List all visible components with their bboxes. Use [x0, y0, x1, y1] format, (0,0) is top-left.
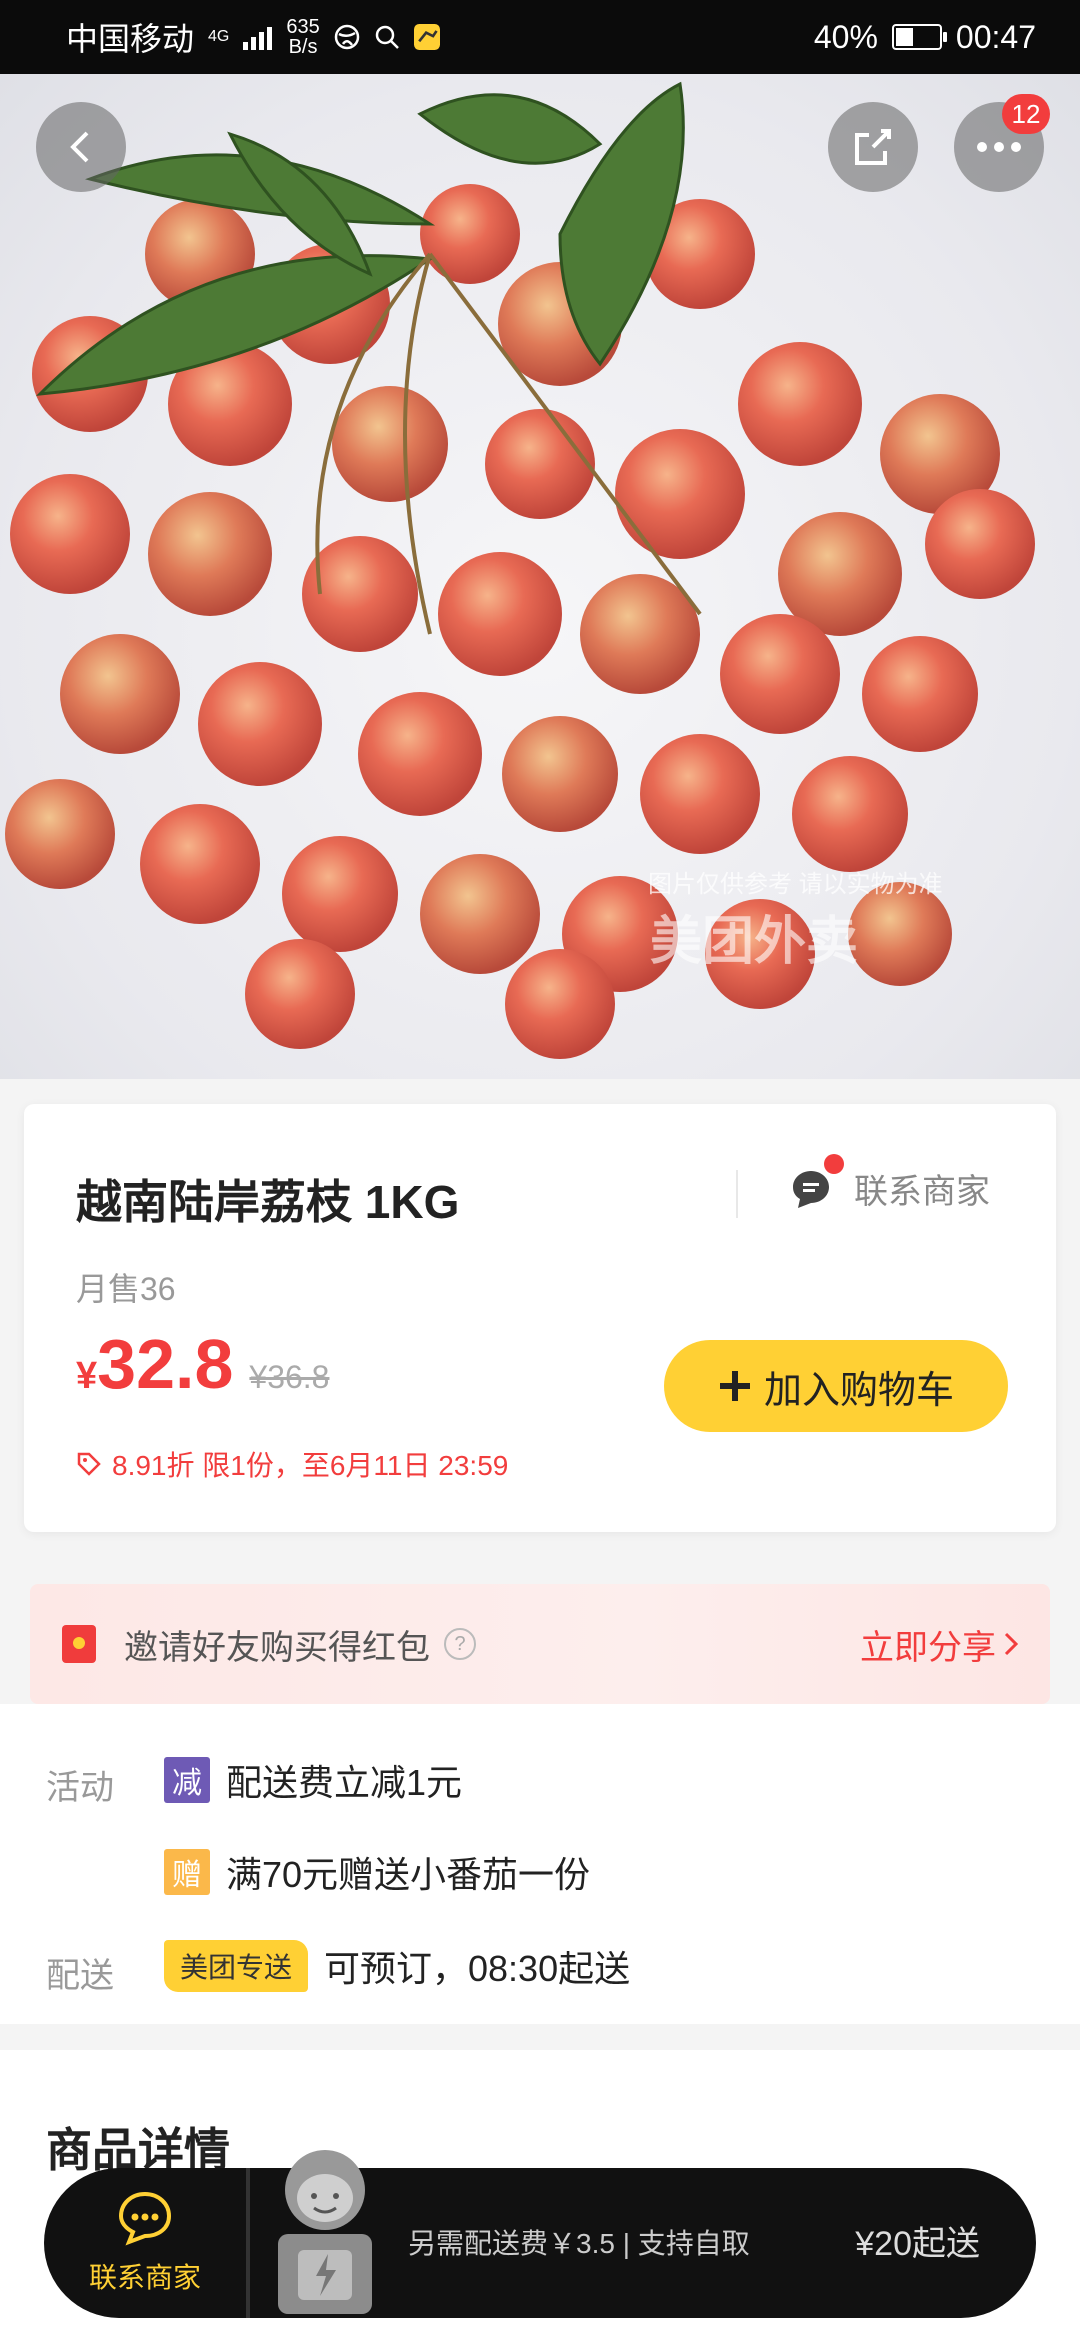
globe-icon [334, 24, 360, 50]
plus-icon [719, 1371, 750, 1401]
reduce-tag: 减 [164, 1757, 210, 1803]
more-badge: 12 [1002, 94, 1050, 134]
bottom-contact-merchant-button[interactable]: 联系商家 [44, 2168, 246, 2318]
bottom-cart-bar[interactable]: 联系商家 另需配送费￥3.5 | 支持自取 ¥20起送 [44, 2150, 1036, 2318]
lychee-fruit [502, 716, 618, 832]
lychee-fruit [198, 662, 322, 786]
lychee-fruit [60, 634, 180, 754]
customer-service-icon [118, 2191, 172, 2246]
discount-text: 8.91折 限1份，至6月11日 23:59 [112, 1450, 509, 1481]
red-packet-icon [62, 1625, 96, 1663]
product-title: 越南陆岸荔枝 1KG [76, 1176, 460, 1228]
share-icon [855, 129, 891, 165]
bottom-contact-label: 联系商家 [88, 2262, 201, 2293]
price-row: ¥ 32.8 ¥36.8 [76, 1324, 329, 1404]
net-speed: 635 B/s [286, 16, 320, 58]
delivery-fee-text: 另需配送费￥3.5 | 支持自取 [408, 2228, 750, 2259]
lychee-fruit [245, 939, 355, 1049]
activity-item: 赠 满70元赠送小番茄一份 [164, 1846, 590, 1898]
share-button[interactable] [828, 102, 918, 192]
lychee-fruit [720, 614, 840, 734]
activity-text: 配送费立减1元 [226, 1762, 463, 1803]
more-dots-icon [977, 142, 1021, 152]
contact-merchant-label: 联系商家 [854, 1173, 990, 1211]
promotions-section: 活动 减 配送费立减1元 赠 满70元赠送小番茄一份 配送 美团专送 可预订，0… [0, 1704, 1080, 2024]
chevron-right-icon [1004, 1632, 1019, 1656]
lychee-fruit [438, 552, 562, 676]
meituan-app-icon [413, 24, 440, 50]
unread-dot [824, 1153, 844, 1174]
lychee-fruit [420, 184, 520, 284]
delivery-text: 可预订，08:30起送 [324, 1948, 631, 1989]
lychee-fruit [282, 836, 398, 952]
delivery-info: 美团专送 可预订，08:30起送 [164, 1940, 630, 1992]
activity-item: 减 配送费立减1元 [164, 1754, 462, 1806]
chat-icon [790, 1153, 844, 1210]
meituan-delivery-tag: 美团专送 [164, 1940, 309, 1992]
share-now-link[interactable]: 立即分享 [860, 1620, 1022, 1669]
divider [246, 2168, 250, 2318]
activities-label: 活动 [46, 1769, 114, 1807]
lychee-fruit [738, 342, 862, 466]
lychee-fruit [5, 779, 115, 889]
tag-icon [77, 1452, 101, 1476]
back-button[interactable] [36, 102, 126, 192]
search-icon [374, 24, 400, 50]
currency-symbol: ¥ [76, 1355, 98, 1397]
battery-icon [891, 24, 947, 50]
chevron-left-icon [70, 131, 89, 163]
lychee-fruit [640, 734, 760, 854]
lychee-fruit [332, 386, 448, 502]
signal-icon [243, 24, 273, 50]
original-price: ¥36.8 [249, 1359, 330, 1395]
add-to-cart-button[interactable]: 加入购物车 [664, 1340, 1008, 1432]
monthly-sales: 月售36 [76, 1271, 176, 1307]
status-bar: 中国移动 4G 635 B/s 40% 00:47 [0, 0, 1080, 74]
lychee-fruit [420, 854, 540, 974]
lychee-fruit [140, 804, 260, 924]
lychee-fruit [505, 949, 615, 1059]
product-card: 越南陆岸荔枝 1KG 联系商家 月售36 ¥ 32.8 ¥36.8 加入购物车 … [24, 1104, 1056, 1532]
network-type: 4G [208, 28, 230, 45]
battery-percent: 40% [813, 18, 878, 55]
add-to-cart-label: 加入购物车 [763, 1369, 954, 1412]
more-button[interactable]: 12 [954, 94, 1050, 192]
discount-info: 8.91折 限1份，至6月11日 23:59 [76, 1444, 508, 1484]
invite-friends-banner[interactable]: 邀请好友购买得红包 ? 立即分享 [30, 1584, 1050, 1704]
lychee-fruit [358, 692, 482, 816]
delivery-mascot-icon [278, 2150, 372, 2314]
lychee-fruit [148, 492, 272, 616]
watermark-brand: 美团外卖 [650, 913, 859, 971]
contact-merchant-link[interactable]: 联系商家 [790, 1153, 990, 1213]
image-disclaimer: 图片仅供参考 请以实物为准 [648, 871, 943, 898]
carrier-name: 中国移动 [66, 21, 195, 57]
lychee-fruit [615, 429, 745, 559]
current-price: 32.8 [97, 1325, 234, 1403]
minimum-order-text[interactable]: ¥20起送 [855, 2216, 980, 2265]
lychee-fruit [10, 474, 130, 594]
clock: 00:47 [955, 18, 1036, 55]
lychee-photo [5, 81, 1035, 1059]
activity-text: 满70元赠送小番茄一份 [226, 1854, 591, 1895]
help-icon[interactable]: ? [444, 1628, 476, 1660]
lychee-fruit [862, 636, 978, 752]
delivery-label: 配送 [46, 1957, 114, 1995]
lychee-fruit [792, 756, 908, 872]
product-image[interactable]: 12 图片仅供参考 请以实物为准 美团外卖 [0, 74, 1080, 1079]
share-now-label: 立即分享 [860, 1628, 996, 1667]
lychee-fruit [925, 489, 1035, 599]
gift-tag: 赠 [164, 1849, 210, 1895]
lychee-fruit [485, 409, 595, 519]
invite-label: 邀请好友购买得红包 [124, 1628, 430, 1667]
divider [736, 1170, 738, 1218]
